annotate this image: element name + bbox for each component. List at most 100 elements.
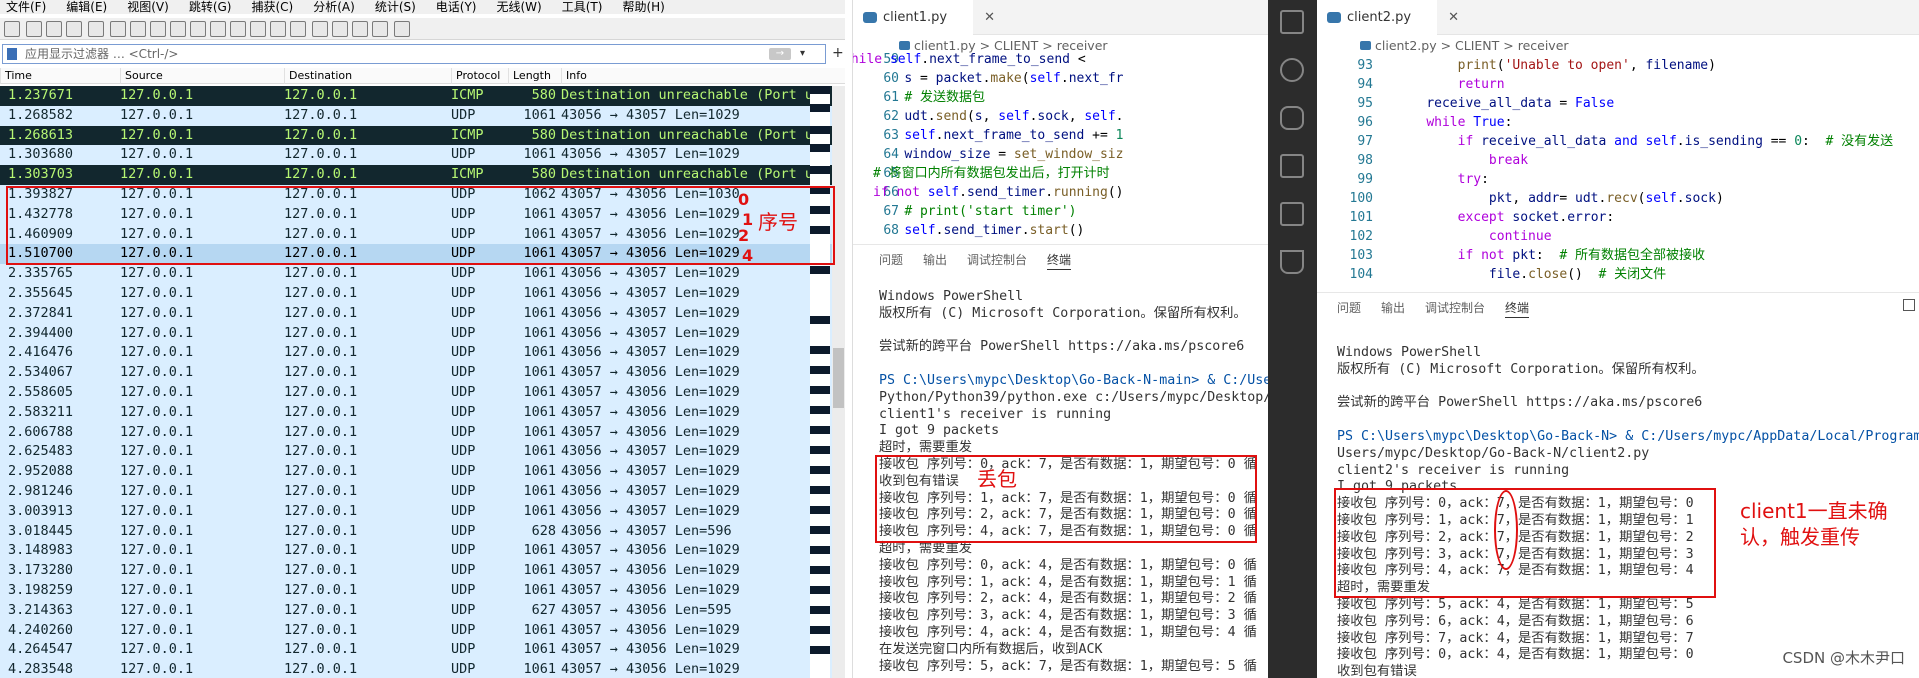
- menu-item[interactable]: 视图(V): [127, 0, 169, 14]
- packet-row[interactable]: 1.237671 127.0.0.1 127.0.0.1 ICMP 580 Destina…: [0, 86, 845, 106]
- add-filter-button[interactable]: +: [832, 45, 844, 61]
- code-line[interactable]: 64 window_size = set_window_siz: [853, 145, 1270, 164]
- menu-item[interactable]: 帮助(H): [622, 0, 664, 14]
- stop-capture-icon[interactable]: [26, 21, 42, 37]
- packet-row[interactable]: 4.264547 127.0.0.1 127.0.0.1 UDP 1061 43057 →…: [0, 640, 845, 661]
- explorer-icon[interactable]: [1280, 10, 1304, 34]
- bookmark-icon[interactable]: [7, 48, 17, 60]
- column-header[interactable]: Destination: [284, 68, 352, 84]
- last-packet-icon[interactable]: [270, 21, 286, 37]
- run-debug-icon[interactable]: [1280, 154, 1304, 178]
- packet-row[interactable]: 4.240260 127.0.0.1 127.0.0.1 UDP 1061 43057 →…: [0, 620, 845, 641]
- breadcrumb-class[interactable]: CLIENT: [1455, 38, 1499, 53]
- code-line[interactable]: 60 s = packet.make(self.next_fr: [853, 69, 1270, 88]
- apply-filter-arrow-icon[interactable]: →: [769, 48, 791, 60]
- packet-row[interactable]: 2.981246 127.0.0.1 127.0.0.1 UDP 1061 43056 →…: [0, 481, 845, 502]
- panel-tab[interactable]: 调试控制台: [1425, 301, 1485, 315]
- packet-row[interactable]: 2.558605 127.0.0.1 127.0.0.1 UDP 1061 43057 →…: [0, 382, 845, 403]
- packet-row[interactable]: 2.372841 127.0.0.1 127.0.0.1 UDP 1061 43056 →…: [0, 303, 845, 324]
- save-file-icon[interactable]: [110, 21, 126, 37]
- code-line[interactable]: 104 file.close() # 关闭文件: [1317, 265, 1919, 284]
- packet-row[interactable]: 3.198259 127.0.0.1 127.0.0.1 UDP 1061 43057 →…: [0, 580, 845, 601]
- packet-row[interactable]: 3.148983 127.0.0.1 127.0.0.1 UDP 1061 43057 →…: [0, 541, 845, 562]
- code-line[interactable]: 62 udt.send(s, self.sock, self.: [853, 107, 1270, 126]
- tab-client1[interactable]: client1.py ✕: [853, 0, 995, 35]
- first-packet-icon[interactable]: [250, 21, 266, 37]
- packet-row[interactable]: 3.214363 127.0.0.1 127.0.0.1 UDP 627 43057 → …: [0, 600, 845, 621]
- testing-icon[interactable]: [1280, 250, 1304, 274]
- panel-tab[interactable]: 问题: [879, 253, 903, 267]
- packet-row[interactable]: 2.606788 127.0.0.1 127.0.0.1 UDP 1061 43057 →…: [0, 422, 845, 443]
- menu-item[interactable]: 分析(A): [313, 0, 355, 14]
- menu-item[interactable]: 跳转(G): [189, 0, 232, 14]
- resize-columns-icon[interactable]: [394, 21, 410, 37]
- code-line[interactable]: 68 self.send_timer.start(): [853, 221, 1270, 240]
- code-line[interactable]: 101 except socket.error:: [1317, 208, 1919, 227]
- extensions-icon[interactable]: [1280, 202, 1304, 226]
- code-line[interactable]: 98 break: [1317, 151, 1919, 170]
- code-editor[interactable]: 93 print('Unable to open', filename) 94 r…: [1317, 56, 1919, 284]
- column-header[interactable]: Source: [120, 68, 163, 84]
- packet-row[interactable]: 2.534067 127.0.0.1 127.0.0.1 UDP 1061 43057 →…: [0, 363, 845, 383]
- packet-row[interactable]: 2.625483 127.0.0.1 127.0.0.1 UDP 1061 43056 →…: [0, 442, 845, 463]
- go-to-packet-icon[interactable]: [230, 21, 246, 37]
- packet-row[interactable]: 2.355645 127.0.0.1 127.0.0.1 UDP 1061 43056 →…: [0, 283, 845, 304]
- code-line[interactable]: 66 if not self.send_timer.running(): [853, 183, 1270, 202]
- code-line[interactable]: 103 if not pkt: # 所有数据包全部被接收: [1317, 246, 1919, 265]
- menu-item[interactable]: 编辑(E): [66, 0, 107, 14]
- close-icon[interactable]: ✕: [1448, 0, 1459, 35]
- zoom-in-icon[interactable]: [332, 21, 348, 37]
- code-line[interactable]: 61 # 发送数据包: [853, 88, 1270, 107]
- packet-row[interactable]: 1.268613 127.0.0.1 127.0.0.1 ICMP 580 Destina…: [0, 125, 845, 146]
- zoom-reset-icon[interactable]: [372, 21, 388, 37]
- panel-maximize-icon[interactable]: [1903, 299, 1915, 311]
- packet-row[interactable]: 3.003913 127.0.0.1 127.0.0.1 UDP 1061 43056 →…: [0, 501, 845, 522]
- code-line[interactable]: 95 receive_all_data = False: [1317, 94, 1919, 113]
- code-line[interactable]: 96 while True:: [1317, 113, 1919, 132]
- search-icon[interactable]: [1280, 58, 1304, 82]
- packet-row[interactable]: 1.303680 127.0.0.1 127.0.0.1 UDP 1061 43056 →…: [0, 145, 845, 166]
- code-line[interactable]: 102 continue: [1317, 227, 1919, 246]
- scrollbar-thumb[interactable]: [833, 348, 844, 408]
- menu-item[interactable]: 工具(T): [562, 0, 603, 14]
- close-icon[interactable]: ✕: [984, 0, 995, 35]
- panel-tab[interactable]: 输出: [923, 253, 947, 267]
- find-icon[interactable]: [170, 21, 186, 37]
- code-line[interactable]: 63 self.next_frame_to_send += 1: [853, 126, 1270, 145]
- filter-dropdown-icon[interactable]: ▾: [800, 45, 805, 63]
- options-icon[interactable]: [66, 21, 82, 37]
- packet-row[interactable]: 3.018445 127.0.0.1 127.0.0.1 UDP 628 43056 → …: [0, 521, 845, 542]
- autoscroll-icon[interactable]: [290, 21, 306, 37]
- panel-tab[interactable]: 调试控制台: [967, 253, 1027, 267]
- menu-item[interactable]: 无线(W): [497, 0, 542, 14]
- packet-row[interactable]: 2.416476 127.0.0.1 127.0.0.1 UDP 1061 43056 →…: [0, 343, 845, 364]
- forward-icon[interactable]: [210, 21, 226, 37]
- close-file-icon[interactable]: [130, 21, 146, 37]
- source-control-icon[interactable]: [1280, 106, 1304, 130]
- packet-list-scrollbar[interactable]: [832, 86, 845, 678]
- column-header[interactable]: Length: [508, 68, 551, 84]
- packet-row[interactable]: 2.952088 127.0.0.1 127.0.0.1 UDP 1061 43056 →…: [0, 462, 845, 482]
- back-icon[interactable]: [190, 21, 206, 37]
- menu-item[interactable]: 文件(F): [6, 0, 46, 14]
- panel-tab[interactable]: 终端: [1047, 253, 1072, 270]
- code-editor[interactable]: 59while self.next_frame_to_send <60 s = …: [853, 50, 1270, 240]
- code-line[interactable]: 67 # print('start timer'): [853, 202, 1270, 221]
- breadcrumb-method[interactable]: receiver: [1518, 38, 1569, 53]
- restart-capture-icon[interactable]: [46, 21, 62, 37]
- code-line[interactable]: 100 pkt, addr= udt.recv(self.sock): [1317, 189, 1919, 208]
- zoom-out-icon[interactable]: [352, 21, 368, 37]
- breadcrumb-file[interactable]: client2.py: [1375, 38, 1437, 53]
- code-line[interactable]: 94 return: [1317, 75, 1919, 94]
- packet-row[interactable]: 4.283548 127.0.0.1 127.0.0.1 UDP 1061 43057 →…: [0, 660, 845, 678]
- packet-row[interactable]: 2.394400 127.0.0.1 127.0.0.1 UDP 1061 43056 →…: [0, 323, 845, 344]
- colorize-icon[interactable]: [312, 21, 328, 37]
- column-header[interactable]: Time: [0, 68, 32, 84]
- packet-row[interactable]: 1.268582 127.0.0.1 127.0.0.1 UDP 1061 43056 →…: [0, 105, 845, 126]
- packet-row[interactable]: 2.335765 127.0.0.1 127.0.0.1 UDP 1061 43056 →…: [0, 264, 845, 284]
- open-file-icon[interactable]: [88, 21, 104, 37]
- menu-item[interactable]: 电话(Y): [436, 0, 477, 14]
- panel-tab[interactable]: 输出: [1381, 301, 1405, 315]
- code-line[interactable]: 65 # 将窗口内所有数据包发出后，打开计时: [853, 164, 1270, 183]
- packet-row[interactable]: 3.173280 127.0.0.1 127.0.0.1 UDP 1061 43057 →…: [0, 561, 845, 581]
